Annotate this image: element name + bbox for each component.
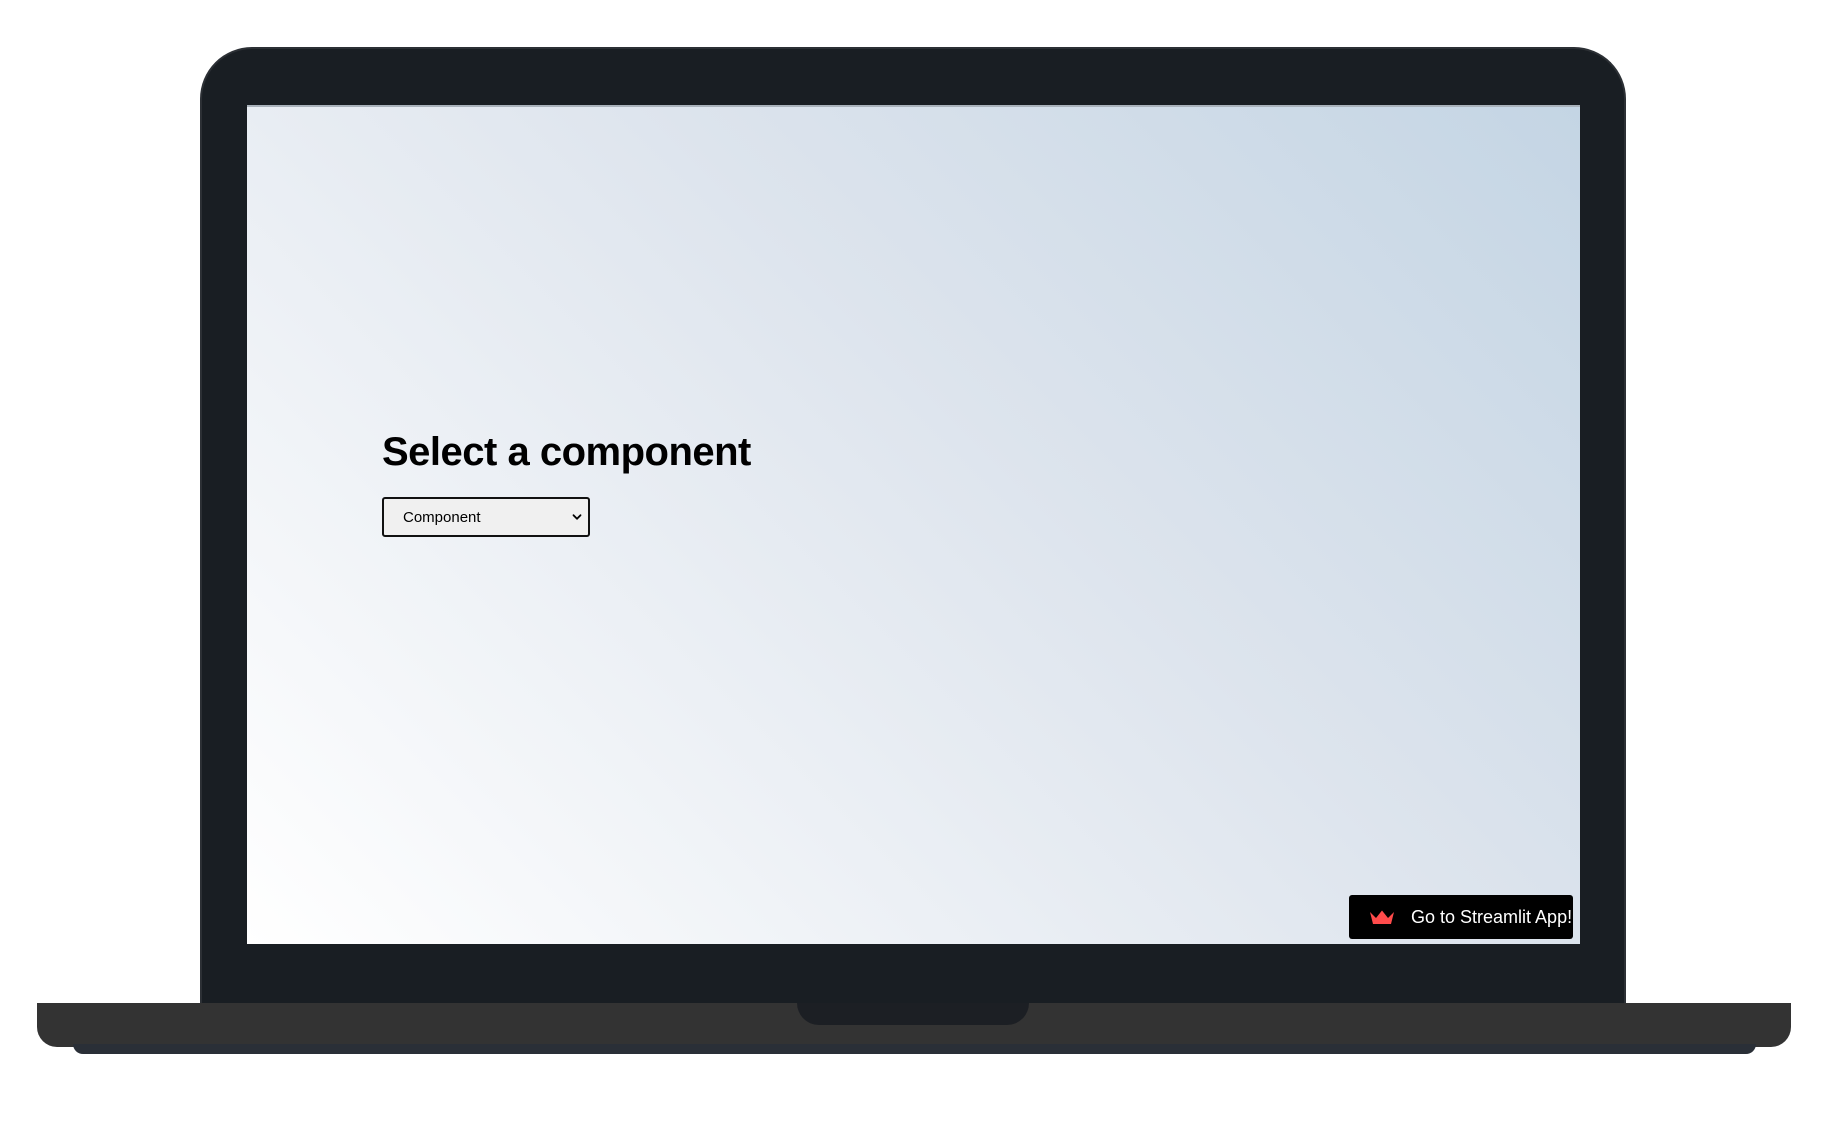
main-content: Select a component Component [382,430,751,537]
laptop-hinge-notch [797,1003,1029,1025]
crown-icon [1370,910,1394,924]
screen-top-edge [247,105,1580,107]
component-select[interactable]: Component [382,497,590,537]
page-title: Select a component [382,430,751,474]
laptop-base-foot [73,1044,1756,1054]
go-to-streamlit-app-button[interactable]: Go to Streamlit App! [1349,895,1573,939]
chevron-down-icon [572,514,582,520]
component-select-value: Component [403,508,481,526]
go-to-streamlit-app-label: Go to Streamlit App! [1411,906,1573,927]
app-screen: Select a component Component Go to Strea… [247,105,1580,944]
